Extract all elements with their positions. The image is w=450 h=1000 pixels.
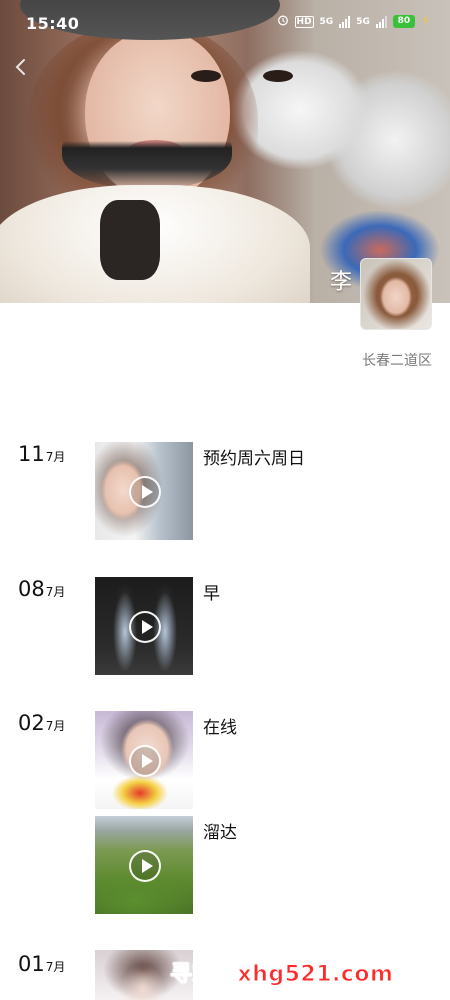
back-arrow-icon[interactable]	[10, 56, 32, 78]
post-caption[interactable]: 早	[203, 579, 220, 604]
post-date: 117月	[18, 442, 65, 466]
post-thumbnail[interactable]	[95, 816, 193, 914]
post-day: 01	[18, 952, 45, 976]
battery-icon: 80	[392, 15, 415, 28]
post-date: 017月	[18, 952, 65, 976]
cover-photo-eye	[263, 70, 293, 82]
post-month: 7月	[45, 450, 66, 464]
post-thumbnail[interactable]	[95, 577, 193, 675]
play-icon	[129, 611, 161, 643]
play-icon	[129, 476, 161, 508]
status-time: 15:40	[26, 14, 80, 33]
alarm-icon	[277, 14, 289, 29]
post-day: 02	[18, 711, 45, 735]
play-icon	[129, 745, 161, 777]
post-thumbnail[interactable]	[95, 442, 193, 540]
signal-icon	[375, 15, 387, 28]
status-bar: 15:40 HD 5G 5G 80 ⚡	[0, 0, 450, 46]
cover-photo-mask	[62, 120, 232, 190]
post-day: 11	[18, 442, 45, 466]
post-thumbnail[interactable]	[95, 711, 193, 809]
post-caption[interactable]: 预约周六周日	[203, 444, 305, 469]
watermark: 寻欢阁xhg521.com	[169, 962, 394, 988]
profile-name: 李	[329, 270, 352, 295]
post-day: 08	[18, 577, 45, 601]
post-date: 087月	[18, 577, 65, 601]
cover-photo-eye	[191, 70, 221, 82]
play-icon	[129, 850, 161, 882]
post-caption[interactable]: 在线	[203, 713, 237, 738]
network-5g-label: 5G	[356, 16, 370, 27]
status-icons: HD 5G 5G 80 ⚡	[277, 14, 430, 29]
avatar[interactable]	[360, 258, 432, 330]
post-month: 7月	[45, 585, 66, 599]
cover-photo-shirt	[100, 200, 160, 280]
profile-location: 长春二道区	[362, 353, 432, 369]
network-5g-label: 5G	[319, 16, 334, 27]
post-date: 027月	[18, 711, 65, 735]
charging-icon: ⚡	[420, 14, 430, 29]
signal-icon	[339, 15, 351, 28]
post-month: 7月	[45, 719, 66, 733]
post-caption[interactable]: 溜达	[203, 818, 237, 843]
post-month: 7月	[45, 960, 66, 974]
hd-icon: HD	[294, 15, 314, 28]
